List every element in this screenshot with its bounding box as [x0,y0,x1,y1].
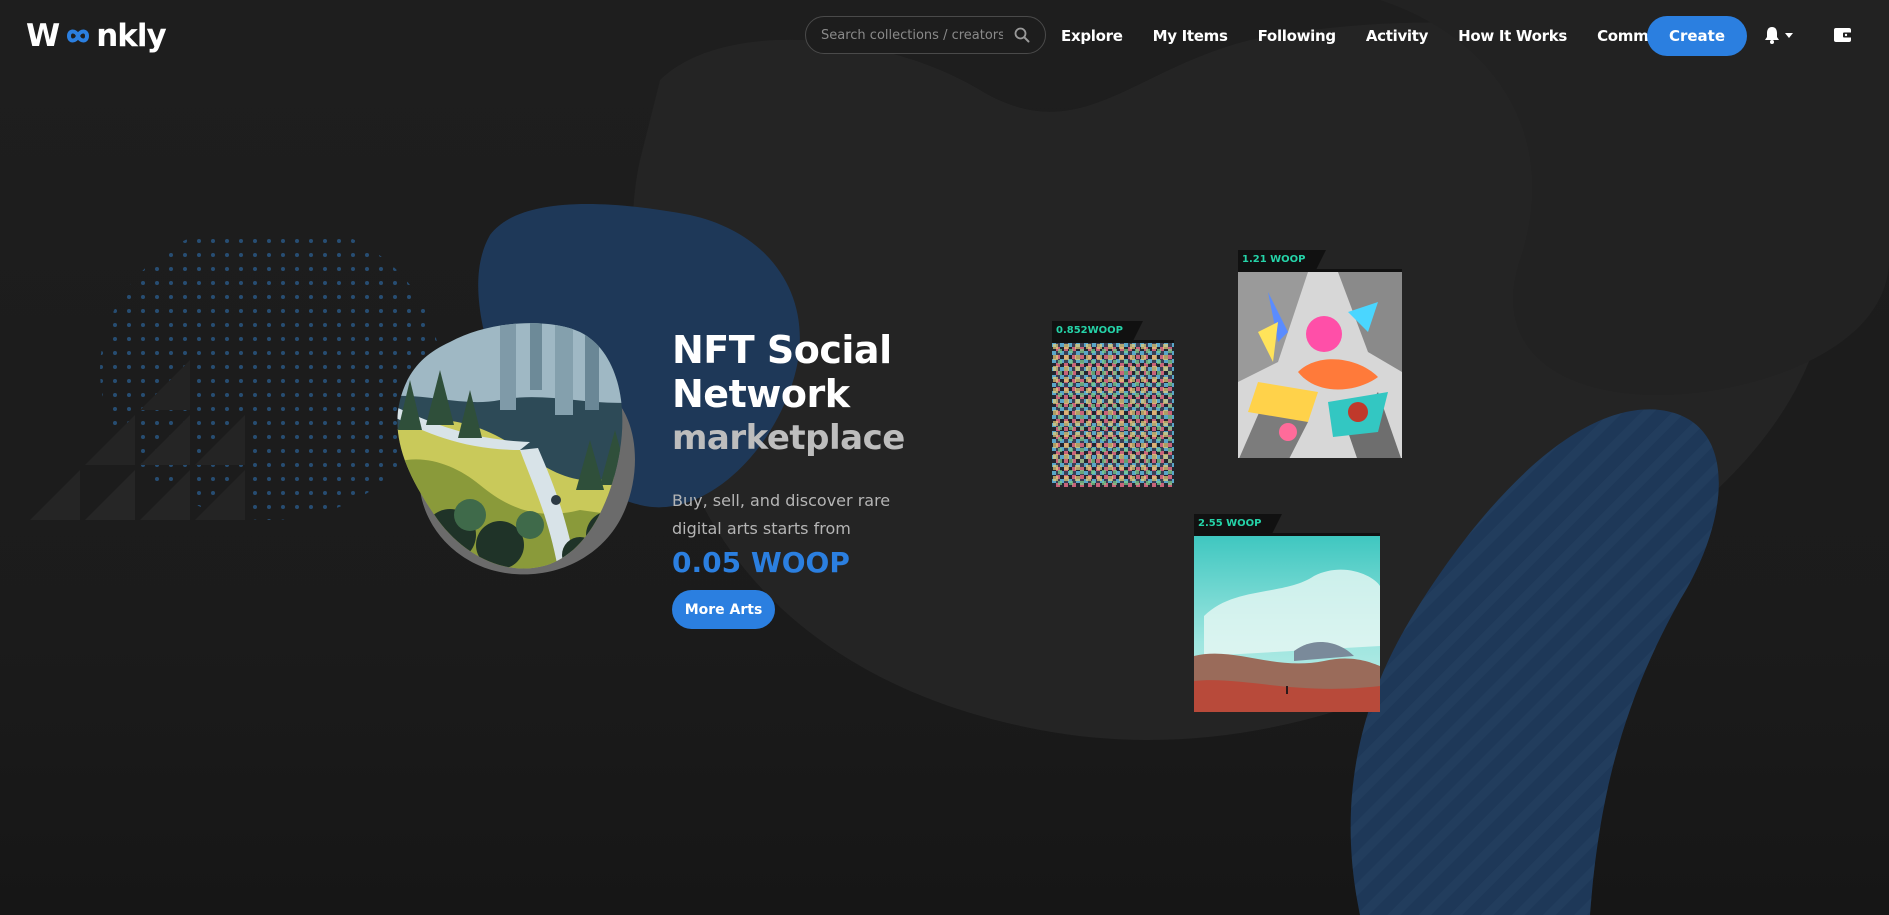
nft-card[interactable]: 1.21 WOOP [1238,250,1402,458]
create-button[interactable]: Create [1647,16,1747,56]
search-bar [805,16,1046,54]
hero-title-line1: NFT Social [672,328,892,372]
logo-text-left: W [26,18,60,54]
navbar: W nkly Explore My Items Following Activi… [0,0,1889,72]
hero-subtitle: marketplace [672,418,905,458]
hero-price: 0.05 WOOP [672,546,850,579]
notifications-dropdown[interactable] [1764,26,1793,44]
chevron-down-icon [1785,32,1793,38]
hero-art-image [397,323,635,575]
background-shapes [30,0,1889,915]
more-arts-button[interactable]: More Arts [672,590,775,629]
logo[interactable]: W nkly [26,16,167,56]
search-button[interactable] [1005,18,1039,52]
nft-image [1238,269,1402,458]
nav-activity[interactable]: Activity [1366,27,1429,45]
search-icon [1014,27,1030,43]
nft-price-tag: 1.21 WOOP [1238,250,1325,270]
search-input[interactable] [806,26,1005,44]
nft-image [1052,340,1174,487]
nav-links: Explore My Items Following Activity How … [1061,16,1733,56]
nav-how-it-works[interactable]: How It Works [1458,27,1567,45]
nft-card[interactable]: 0.852WOOP [1052,321,1174,487]
nav-following[interactable]: Following [1258,27,1337,45]
nft-price-tag: 2.55 WOOP [1194,514,1281,534]
wallet-icon [1834,28,1852,42]
hero-title: NFT Social Network [672,328,892,416]
infinity-logo-icon [67,29,90,43]
nav-my-items[interactable]: My Items [1153,27,1228,45]
bell-icon [1765,27,1779,44]
wallet-button[interactable] [1833,26,1853,48]
hero-title-line2: Network [672,372,850,416]
nft-price-tag: 0.852WOOP [1052,321,1143,341]
nav-explore[interactable]: Explore [1061,27,1123,45]
hero-description: Buy, sell, and discover rare digital art… [672,491,891,538]
logo-text-right: nkly [96,18,167,54]
page: W nkly Explore My Items Following Activi… [0,0,1889,915]
nft-card[interactable]: 2.55 WOOP [1194,514,1380,712]
nft-image [1194,533,1380,712]
